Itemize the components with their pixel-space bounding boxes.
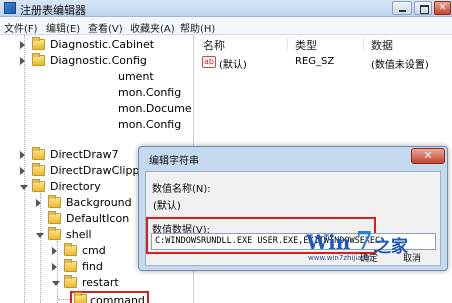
folder-icon — [64, 243, 77, 256]
collapse-arrow-icon[interactable] — [36, 233, 44, 238]
expand-arrow-icon[interactable] — [20, 167, 25, 175]
tree-item[interactable]: mon.Config — [118, 85, 181, 101]
menu-edit[interactable]: 编辑(E) — [46, 20, 80, 35]
menu-bar: 文件(F) 编辑(E) 查看(V) 收藏夹(A) 帮助(H) — [0, 17, 452, 35]
menu-view[interactable]: 查看(V) — [88, 20, 123, 35]
value-name: (默认) — [219, 60, 247, 71]
expand-arrow-icon[interactable] — [20, 57, 25, 65]
watermark-url: www.win7zhijia.cn — [308, 254, 373, 262]
dialog-close-button[interactable]: ✕ — [411, 148, 445, 164]
value-type: REG_SZ — [295, 56, 335, 67]
menu-favorites[interactable]: 收藏夹(A) — [130, 20, 175, 35]
watermark-number: 7 — [356, 226, 373, 255]
value-data: (数值未设置) — [371, 60, 429, 71]
value-name-label: 数值名称(N): — [152, 184, 211, 195]
folder-icon — [74, 292, 87, 303]
tree-guide-line — [57, 241, 58, 303]
window-title: 注册表编辑器 — [20, 4, 86, 17]
table-row[interactable]: (默认) REG_SZ (数值未设置) — [195, 54, 452, 71]
watermark-brand: Win — [306, 230, 351, 254]
watermark-logo: Win 7 之家 www.win7zhijia.cn — [306, 226, 446, 270]
folder-icon — [32, 53, 45, 66]
folder-icon — [32, 37, 45, 50]
column-divider[interactable] — [363, 37, 364, 51]
tree-item[interactable]: mon.Config — [118, 117, 181, 133]
folder-icon — [32, 147, 45, 160]
column-header-type[interactable]: 类型 — [295, 37, 317, 53]
ab-string-icon: ab — [202, 56, 216, 68]
tree-item[interactable]: ument — [118, 69, 154, 85]
maximize-button[interactable] — [414, 1, 432, 15]
registry-editor-icon — [4, 2, 16, 14]
expand-arrow-icon[interactable] — [36, 199, 41, 207]
column-header-name[interactable]: 名称 — [203, 37, 225, 53]
value-name-field[interactable]: (默认) — [151, 199, 436, 215]
collapse-arrow-icon[interactable] — [52, 281, 60, 286]
folder-icon — [48, 195, 61, 208]
tree-item[interactable]: mon.Docume — [118, 101, 192, 117]
expand-arrow-icon[interactable] — [52, 247, 57, 255]
close-button[interactable]: ✕ — [434, 1, 451, 15]
title-bar: 注册表编辑器 ✕ — [0, 0, 452, 17]
folder-icon — [64, 275, 77, 288]
column-divider[interactable] — [287, 37, 288, 51]
collapse-arrow-icon[interactable] — [20, 185, 28, 190]
expand-arrow-icon[interactable] — [20, 41, 25, 49]
expand-arrow-icon[interactable] — [20, 151, 25, 159]
watermark-suffix: 之家 — [374, 237, 408, 257]
tree-guide-line — [58, 299, 70, 300]
tree-item-selected[interactable]: command — [70, 291, 149, 303]
menu-file[interactable]: 文件(F) — [4, 20, 38, 35]
folder-icon — [48, 211, 61, 224]
folder-icon — [32, 179, 45, 192]
expand-arrow-icon[interactable] — [52, 263, 57, 271]
tree-guide-line — [40, 193, 41, 303]
folder-icon — [64, 259, 77, 272]
column-header-data[interactable]: 数据 — [371, 37, 393, 53]
folder-icon — [48, 227, 61, 240]
folder-icon — [32, 163, 45, 176]
minimize-button[interactable] — [392, 1, 412, 15]
menu-help[interactable]: 帮助(H) — [180, 20, 215, 35]
dialog-title: 编辑字符串 — [149, 156, 199, 167]
